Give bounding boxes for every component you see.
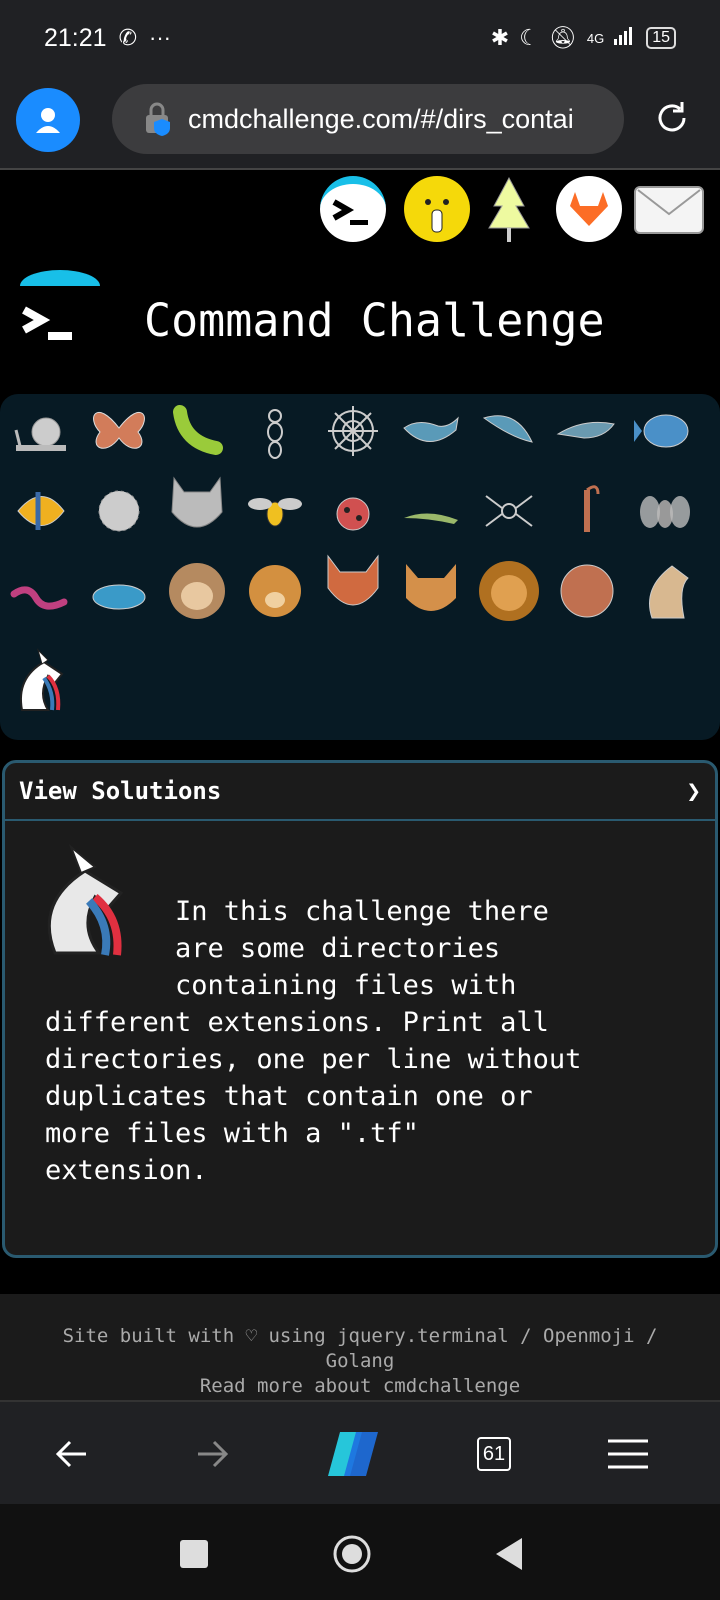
desc-line: are some directories [175,933,501,964]
gitlab-icon[interactable] [556,176,622,242]
tabs-button[interactable]: 61 [470,1430,518,1478]
bluetooth-icon: ✱ [490,25,510,50]
butterfly-icon[interactable] [86,398,152,464]
hamburger-icon [608,1439,648,1469]
brand-header: Command Challenge [0,270,720,370]
arrow-right-icon [198,1440,229,1468]
status-bar: 21:21 ✆ ··· ✱ ☾ 🔕︎ 4G 15 [0,0,720,76]
scorpion-icon[interactable] [554,478,620,544]
battery-icon: 15 [646,27,676,49]
footer-credits: Site built with ♡ using jquery.terminal … [62,1325,658,1347]
view-solutions-label: View Solutions [19,777,222,805]
address-bar[interactable]: cmdchallenge.com/#/dirs_contai [112,84,624,154]
arrow-left-icon [55,1440,86,1468]
reload-icon[interactable] [652,98,692,138]
cat-icon[interactable] [398,558,464,624]
copilot-icon [328,1432,378,1476]
fly-icon[interactable] [632,478,698,544]
more-notifications-icon: ··· [149,25,171,50]
lock-shield-icon [142,101,176,137]
desc-line: more files with a ".tf" [45,1118,419,1149]
monkey-icon[interactable] [164,558,230,624]
worm-icon[interactable] [8,564,74,630]
tropical-fish-icon[interactable] [8,478,74,544]
read-more-link[interactable]: Read more about cmdchallenge [0,1374,720,1399]
desc-line: directories, one per line without [45,1044,582,1075]
ant-icon[interactable] [242,398,308,464]
moon-icon: ☾ [519,25,539,50]
menu-button[interactable] [604,1430,652,1478]
tree-icon[interactable] [484,176,550,242]
clock: 21:21 [44,23,107,52]
wolf-icon[interactable] [164,472,230,538]
shark-icon[interactable] [476,398,542,464]
horse-icon[interactable] [632,558,698,624]
network-label: 4G [586,30,605,46]
site-footer: Site built with ♡ using jquery.terminal … [0,1294,720,1400]
spider-web-icon[interactable] [320,398,386,464]
whale-icon[interactable] [398,398,464,464]
recents-icon[interactable] [174,1534,214,1574]
terminal-link-icon[interactable] [320,176,386,242]
dog-icon[interactable] [242,558,308,624]
mail-icon[interactable] [634,186,704,234]
challenge-grid [0,394,720,740]
unicorn-icon[interactable] [8,648,74,714]
bell-muted-icon: 🔕︎ [548,25,577,50]
home-icon[interactable] [332,1534,372,1574]
tiger-icon[interactable] [554,558,620,624]
url-text: cmdchallenge.com/#/dirs_contai [188,103,574,134]
desc-line: duplicates that contain one or [45,1081,533,1112]
chevron-right-icon: ❯ [686,777,701,805]
ladybug-icon[interactable] [320,478,386,544]
spider-icon[interactable] [476,478,542,544]
cricket-icon[interactable] [398,478,464,544]
snail-icon[interactable] [8,398,74,464]
signal-icon [614,25,636,51]
whatsapp-icon: ✆ [118,25,137,50]
lion-icon[interactable] [476,558,542,624]
bee-icon[interactable] [242,478,308,544]
site-links [0,172,720,252]
person-icon [36,108,60,133]
copilot-button[interactable] [326,1422,390,1486]
desc-line: containing files with [175,970,517,1001]
desc-line: In this challenge there [175,896,549,927]
tab-count: 61 [477,1437,511,1471]
caterpillar-icon[interactable] [164,398,230,464]
microbe-icon[interactable] [86,564,152,630]
fish-icon[interactable] [632,398,698,464]
shushing-face-icon[interactable] [404,176,470,242]
view-solutions-header[interactable]: View Solutions ❯ [5,763,715,821]
desc-line: extension. [45,1155,208,1186]
desc-line: different extensions. Print all [45,1007,549,1038]
fox-icon[interactable] [320,552,386,618]
terminal-logo-icon [20,270,100,340]
footer-credits-cont: Golang [325,1350,395,1372]
challenge-description: In this challenge there are some directo… [45,893,685,1189]
back-triangle-icon[interactable] [490,1534,530,1574]
browser-toolbar: cmdchallenge.com/#/dirs_contai [0,76,720,170]
browser-bottom-bar: 61 [0,1400,720,1504]
system-navigation [0,1504,720,1600]
challenge-panel: View Solutions ❯ In this challenge there… [2,760,718,1258]
dolphin-icon[interactable] [554,398,620,464]
profile-avatar[interactable] [16,88,80,152]
blowfish-icon[interactable] [86,478,152,544]
back-button[interactable] [48,1430,96,1478]
page-title: Command Challenge [144,294,605,347]
forward-button[interactable] [188,1430,236,1478]
